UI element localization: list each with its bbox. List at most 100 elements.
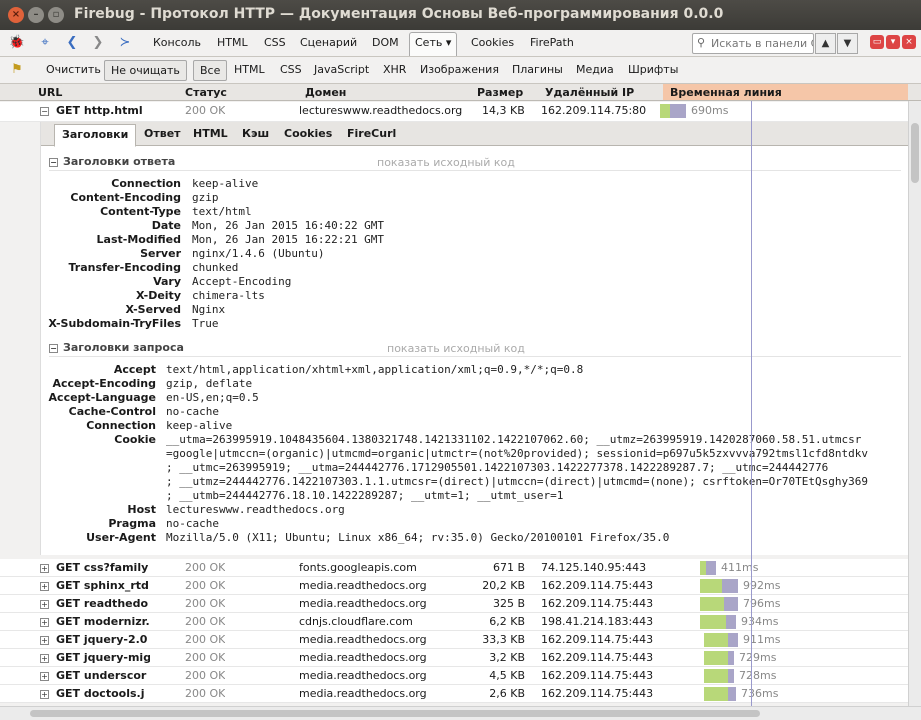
request-domain: fonts.googleapis.com: [299, 561, 417, 574]
request-size: 2,6 KB: [489, 687, 525, 700]
tab-cookies[interactable]: Cookies: [471, 36, 514, 49]
tab-console[interactable]: Консоль: [153, 36, 201, 49]
firebug-icon[interactable]: 🐞: [8, 34, 26, 52]
header-name: X-Served: [125, 303, 181, 316]
minimize-window-button[interactable]: –: [28, 7, 44, 23]
header-value: text/html: [192, 205, 252, 218]
tab-headers[interactable]: Заголовки: [54, 124, 137, 147]
request-status: 200 OK: [185, 669, 226, 682]
tab-detail-cookies[interactable]: Cookies: [284, 127, 332, 140]
filter-media[interactable]: Медиа: [570, 60, 620, 81]
request-time: 728ms: [739, 669, 777, 682]
clear-button[interactable]: Очистить: [40, 60, 107, 81]
header-value: gzip: [192, 191, 219, 204]
col-timeline[interactable]: Временная линия: [670, 86, 782, 99]
tab-cache[interactable]: Кэш: [242, 127, 269, 140]
filter-javascript[interactable]: JavaScript: [308, 60, 375, 81]
tab-net[interactable]: Сеть ▾: [409, 32, 458, 56]
request-url: GET sphinx_rtd: [56, 579, 149, 592]
persist-button[interactable]: Не очищать: [104, 60, 187, 81]
forward-arrow-icon[interactable]: ❯: [89, 34, 107, 52]
request-ip: 162.209.114.75:443: [541, 687, 654, 700]
expand-toggle[interactable]: +: [40, 672, 49, 681]
tab-dom[interactable]: DOM: [372, 36, 399, 49]
collapse-toggle[interactable]: −: [40, 107, 49, 116]
col-status[interactable]: Статус: [185, 86, 227, 99]
search-prev-button[interactable]: ▲: [815, 33, 836, 54]
response-view-source-link[interactable]: показать исходный код: [377, 156, 515, 169]
request-ip: 162.209.114.75:443: [541, 651, 654, 664]
request-row-main[interactable]: − GET http.html 200 OK lectureswww.readt…: [0, 102, 908, 122]
vertical-scrollbar[interactable]: [908, 101, 921, 706]
expand-toggle[interactable]: +: [40, 600, 49, 609]
request-row[interactable]: + GET doctools.j 200 OK media.readthedocs.o…: [0, 685, 908, 703]
request-domain: media.readthedocs.org: [299, 579, 427, 592]
request-domain: lectureswww.readthedocs.org: [299, 104, 463, 117]
request-row[interactable]: + GET sphinx_rtd 200 OK media.readthedocs.o…: [0, 577, 908, 595]
timeline-bar: [660, 104, 686, 118]
request-row[interactable]: + GET jquery-mig 200 OK media.readthedocs.o…: [0, 649, 908, 667]
close-window-button[interactable]: ×: [8, 7, 24, 23]
filter-css[interactable]: CSS: [274, 60, 308, 81]
request-size: 3,2 KB: [489, 651, 525, 664]
request-row[interactable]: + GET underscor 200 OK media.readthedocs.or…: [0, 667, 908, 685]
tab-firecurl[interactable]: FireCurl: [347, 127, 396, 140]
filter-plugins[interactable]: Плагины: [506, 60, 569, 81]
tab-response[interactable]: Ответ: [144, 127, 181, 140]
minimize-firebug-icon[interactable]: ▾: [886, 35, 900, 49]
expand-toggle[interactable]: +: [40, 582, 49, 591]
request-row[interactable]: + GET readthedo 200 OK media.readthedocs.or…: [0, 595, 908, 613]
filter-xhr[interactable]: XHR: [377, 60, 412, 81]
filter-images[interactable]: Изображения: [414, 60, 505, 81]
tab-detail-html[interactable]: HTML: [193, 127, 228, 140]
filter-all[interactable]: Все: [193, 60, 228, 81]
inspect-icon[interactable]: ⌖: [36, 34, 54, 52]
request-url: GET jquery-mig: [56, 651, 150, 664]
horizontal-scrollbar[interactable]: [0, 706, 921, 720]
col-size[interactable]: Размер: [477, 86, 523, 99]
header-value: Mon, 26 Jan 2015 16:22:21 GMT: [192, 233, 385, 246]
request-status: 200 OK: [185, 651, 226, 664]
request-size: 6,2 KB: [489, 615, 525, 628]
request-status: 200 OK: [185, 579, 226, 592]
col-domain[interactable]: Домен: [305, 86, 346, 99]
expand-toggle[interactable]: +: [40, 636, 49, 645]
expand-toggle[interactable]: +: [40, 618, 49, 627]
expand-toggle[interactable]: +: [40, 654, 49, 663]
request-row[interactable]: + GET css?family 200 OK fonts.googleapis.co…: [0, 559, 908, 577]
request-headers-section[interactable]: − Заголовки запроса: [49, 341, 184, 354]
net-options-icon[interactable]: ⚑: [8, 61, 26, 79]
back-arrow-icon[interactable]: ❮: [63, 34, 81, 52]
window-title: Firebug - Протокол HTTP — Документация О…: [74, 6, 724, 22]
col-url[interactable]: URL: [38, 86, 62, 99]
expand-toggle[interactable]: +: [40, 564, 49, 573]
timeline-bar: [704, 651, 734, 665]
request-row[interactable]: + GET modernizr. 200 OK cdnjs.cloudflare.co…: [0, 613, 908, 631]
tab-script[interactable]: Сценарий: [300, 36, 357, 49]
tab-html[interactable]: HTML: [217, 36, 248, 49]
maximize-window-button[interactable]: ▫: [48, 7, 64, 23]
scroll-thumb[interactable]: [30, 710, 760, 717]
request-time: 729ms: [739, 651, 777, 664]
command-editor-icon[interactable]: ≻: [116, 34, 134, 52]
filter-fonts[interactable]: Шрифты: [622, 60, 684, 81]
scroll-thumb[interactable]: [911, 123, 919, 183]
close-firebug-icon[interactable]: ×: [902, 35, 916, 49]
panel-search-input[interactable]: ⚲ Искать в панели С: [692, 33, 814, 54]
request-domain: media.readthedocs.org: [299, 633, 427, 646]
request-view-source-link[interactable]: показать исходный код: [387, 342, 525, 355]
tab-css[interactable]: CSS: [264, 36, 286, 49]
request-status: 200 OK: [185, 615, 226, 628]
detach-icon[interactable]: ▭: [870, 35, 884, 49]
header-value: Mon, 26 Jan 2015 16:40:22 GMT: [192, 219, 385, 232]
response-headers-section[interactable]: − Заголовки ответа: [49, 155, 175, 168]
request-row[interactable]: + GET jquery-2.0 200 OK media.readthedocs.o…: [0, 631, 908, 649]
expand-toggle[interactable]: +: [40, 690, 49, 699]
tab-firepath[interactable]: FirePath: [530, 36, 574, 49]
request-status: 200 OK: [185, 687, 226, 700]
col-remote-ip[interactable]: Удалённый IP: [545, 86, 634, 99]
request-time: 411ms: [721, 561, 759, 574]
request-time: 796ms: [743, 597, 781, 610]
filter-html[interactable]: HTML: [228, 60, 271, 81]
search-next-button[interactable]: ▼: [837, 33, 858, 54]
